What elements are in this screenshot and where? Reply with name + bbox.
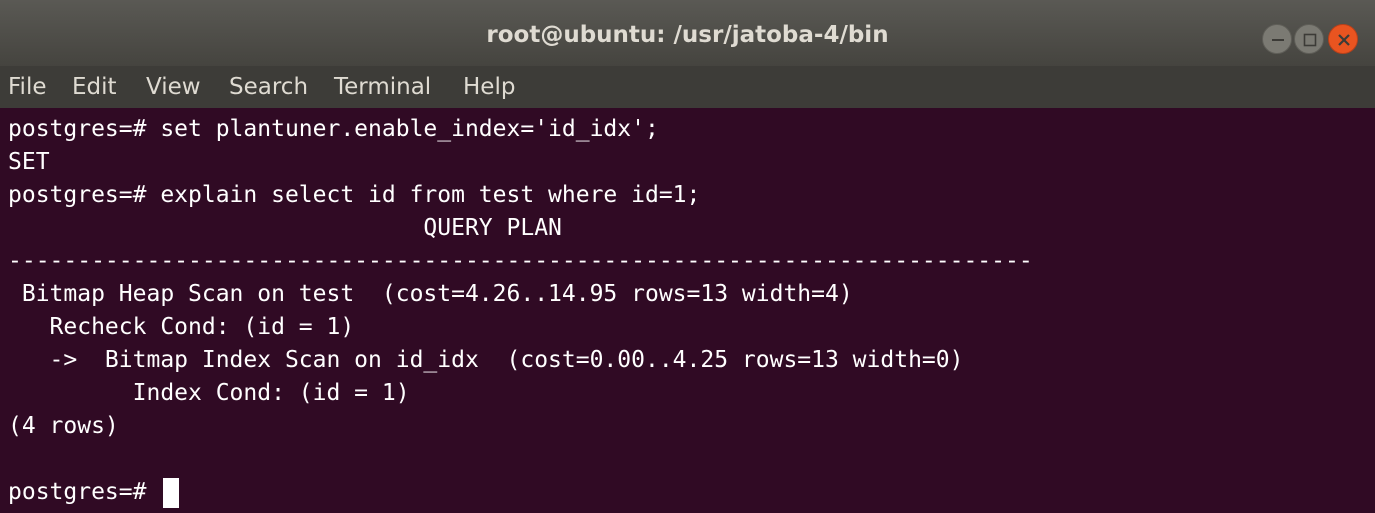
menu-search[interactable]: Search <box>229 66 308 108</box>
menu-file[interactable]: File <box>8 66 47 108</box>
query-plan-separator: ----------------------------------------… <box>8 248 1033 274</box>
maximize-button[interactable] <box>1294 24 1324 54</box>
text-cursor <box>163 477 180 508</box>
window-title: root@ubuntu: /usr/jatoba-4/bin <box>486 22 889 48</box>
command-prompt: postgres=# <box>8 479 161 505</box>
minimize-button[interactable] <box>1262 24 1292 54</box>
close-icon <box>1338 34 1350 46</box>
row-count: (4 rows) <box>8 413 119 439</box>
query-plan-line: Recheck Cond: (id = 1) <box>8 314 355 340</box>
query-plan-line: Index Cond: (id = 1) <box>8 380 410 406</box>
menu-terminal[interactable]: Terminal <box>334 66 431 108</box>
maximize-icon <box>1303 33 1317 47</box>
menu-view[interactable]: View <box>146 66 201 108</box>
terminal-line-explain-command: postgres=# explain select id from test w… <box>8 182 701 208</box>
menu-edit[interactable]: Edit <box>72 66 117 108</box>
command-prompt-line[interactable]: postgres=# <box>8 475 180 509</box>
terminal-line-set-command: postgres=# set plantuner.enable_index='i… <box>8 116 659 142</box>
title-bar[interactable]: root@ubuntu: /usr/jatoba-4/bin <box>0 0 1375 66</box>
close-button[interactable] <box>1328 24 1358 54</box>
menu-help[interactable]: Help <box>463 66 515 108</box>
menu-bar: File Edit View Search Terminal Help <box>0 66 1375 108</box>
minimize-icon <box>1272 39 1284 41</box>
terminal-output[interactable]: postgres=# set plantuner.enable_index='i… <box>0 108 1375 513</box>
terminal-window: root@ubuntu: /usr/jatoba-4/bin File Edit… <box>0 0 1375 513</box>
terminal-line-set-result: SET <box>8 149 50 175</box>
query-plan-line: -> Bitmap Index Scan on id_idx (cost=0.0… <box>8 347 964 373</box>
query-plan-line: Bitmap Heap Scan on test (cost=4.26..14.… <box>8 281 853 307</box>
query-plan-header: QUERY PLAN <box>8 215 562 241</box>
